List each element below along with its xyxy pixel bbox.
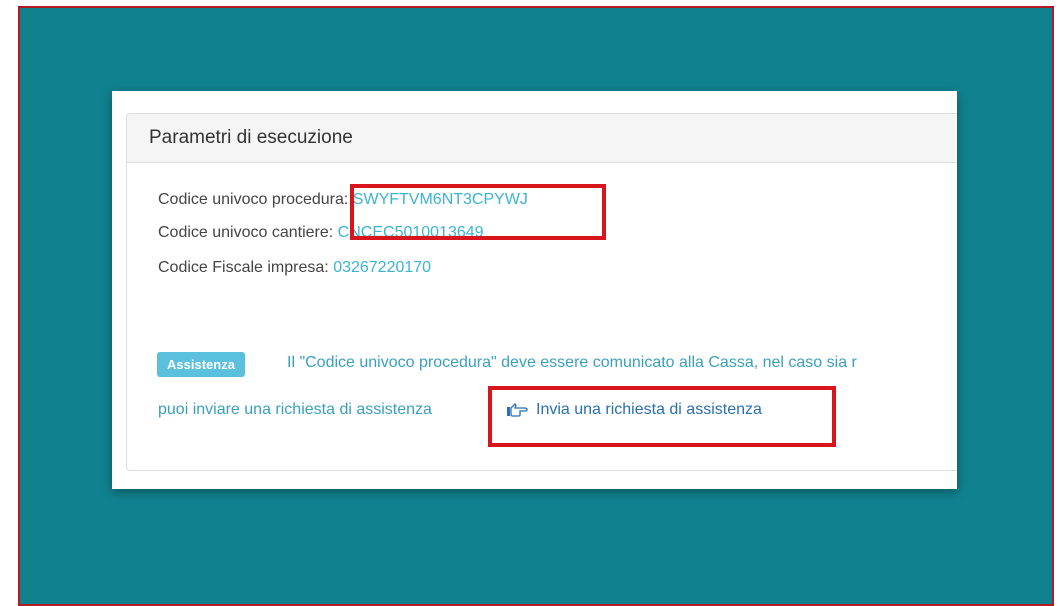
param-fiscal-code: Codice Fiscale impresa: 03267220170 bbox=[158, 259, 431, 277]
panel-title: Parametri di esecuzione bbox=[127, 114, 957, 163]
request-assistance-link[interactable]: Invia una richiesta di assistenza bbox=[506, 401, 762, 419]
param-value: CNCEC5010013649 bbox=[337, 224, 484, 241]
param-procedure-code: Codice univoco procedura: SWYFTVM6NT3CPY… bbox=[158, 191, 528, 209]
request-assistance-label: Invia una richiesta di assistenza bbox=[536, 401, 762, 418]
assistance-message-line1: Il "Codice univoco procedura" deve esser… bbox=[287, 354, 857, 371]
card: Parametri di esecuzione Codice univoco p… bbox=[112, 91, 957, 489]
param-label: Codice Fiscale impresa: bbox=[158, 259, 329, 276]
param-value: SWYFTVM6NT3CPYWJ bbox=[352, 191, 528, 208]
param-label: Codice univoco cantiere: bbox=[158, 224, 334, 241]
param-label: Codice univoco procedura: bbox=[158, 191, 349, 208]
param-value: 03267220170 bbox=[333, 259, 432, 276]
assistance-badge: Assistenza bbox=[157, 352, 245, 377]
param-site-code: Codice univoco cantiere: CNCEC5010013649 bbox=[158, 224, 484, 242]
assistance-message-line2: puoi inviare una richiesta di assistenza bbox=[158, 401, 432, 418]
pointing-hand-icon bbox=[507, 403, 528, 417]
